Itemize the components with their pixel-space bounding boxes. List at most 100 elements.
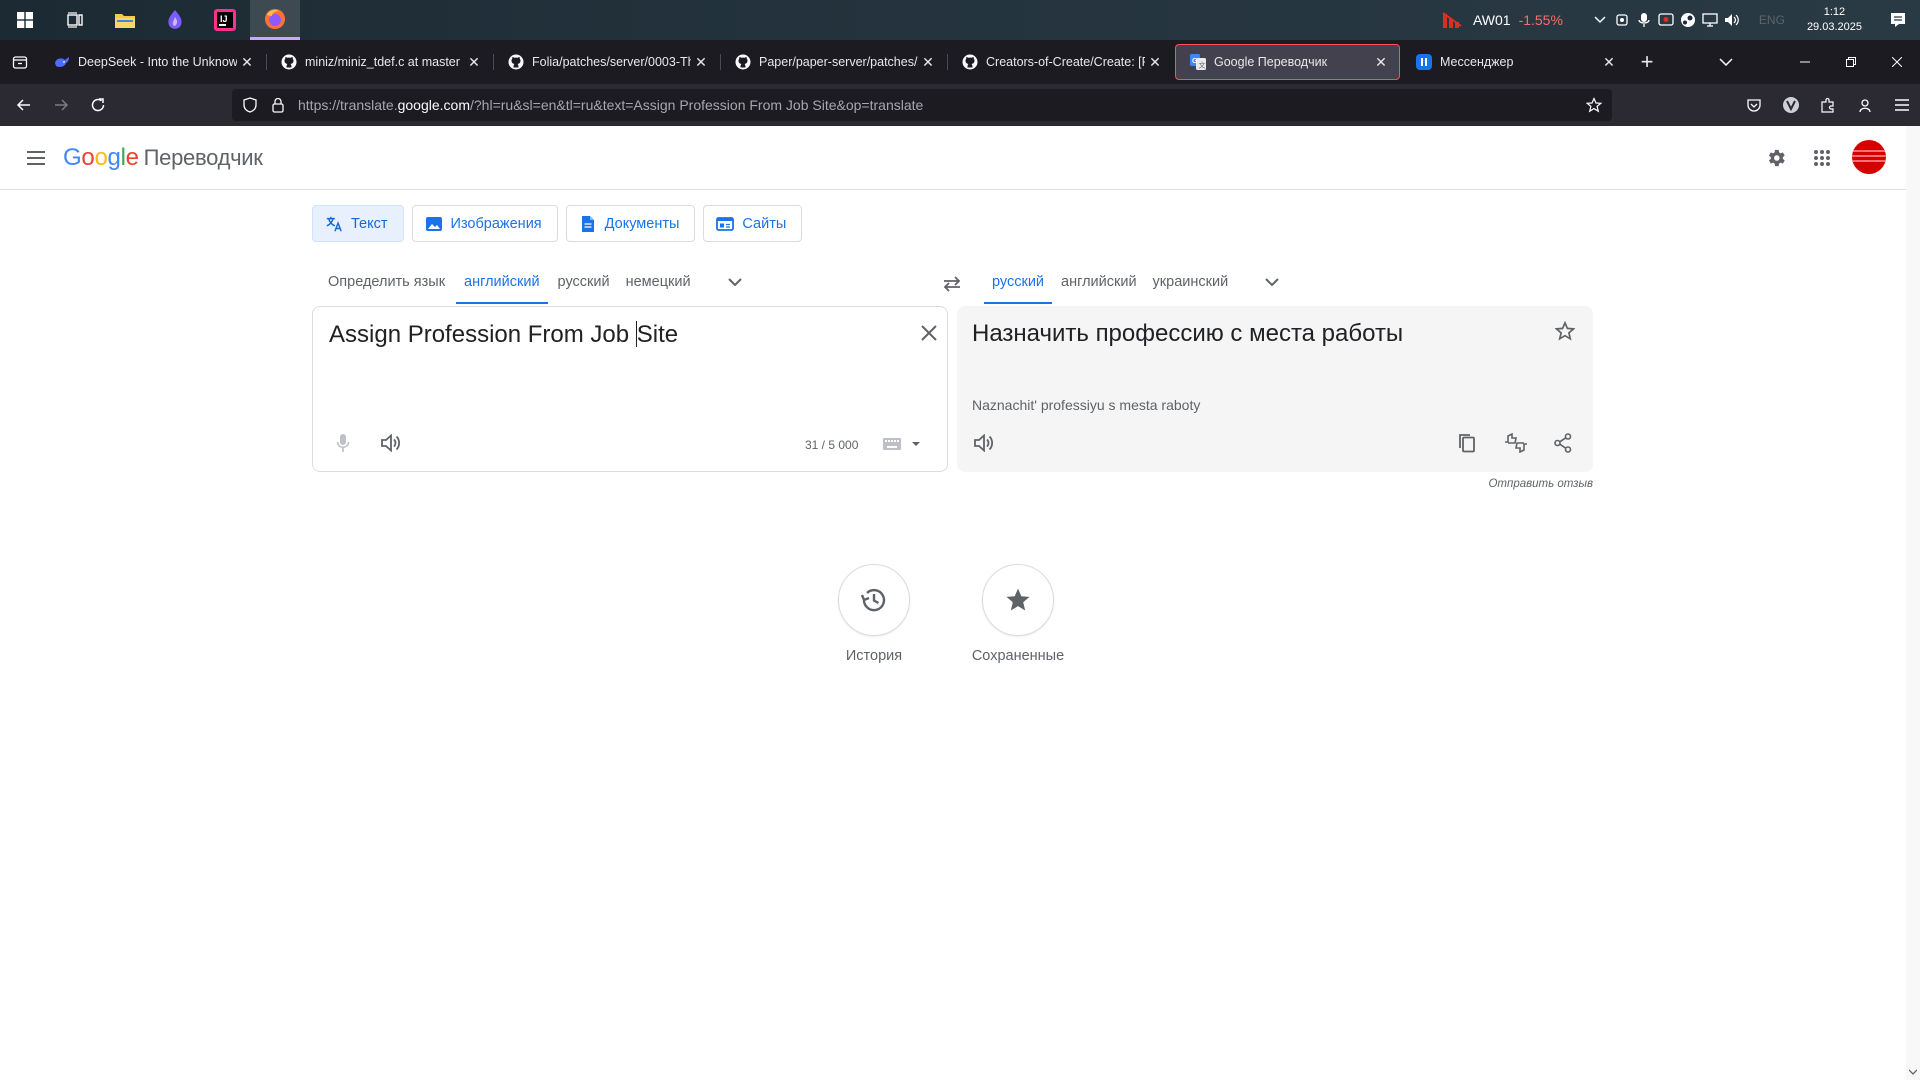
restore-button[interactable]	[1828, 40, 1874, 84]
mode-websites-button[interactable]: Сайты	[703, 205, 803, 242]
listen-source-button[interactable]	[379, 431, 403, 455]
saved-label: Сохраненные	[971, 648, 1065, 664]
saved-button[interactable]: Сохраненные	[963, 564, 1073, 664]
saved-circle[interactable]	[982, 564, 1054, 636]
target-lang-ukrainian[interactable]: украинский	[1145, 262, 1237, 302]
mode-images-button[interactable]: Изображения	[411, 205, 558, 242]
new-tab-button[interactable]: +	[1629, 44, 1665, 80]
target-lang-english[interactable]: английский	[1053, 262, 1145, 302]
browser-tab-active[interactable]: G文 Google Переводчик ✕	[1175, 44, 1400, 80]
history-circle[interactable]	[838, 564, 910, 636]
browser-tab[interactable]: miniz/miniz_tdef.c at master · ri ✕	[267, 44, 494, 80]
notifications-button[interactable]	[1876, 0, 1920, 40]
input-tools-button[interactable]	[883, 435, 927, 453]
listen-translation-button[interactable]	[972, 431, 996, 455]
vpn-extension-button[interactable]	[1772, 84, 1809, 126]
voice-input-button[interactable]	[331, 431, 355, 455]
clear-source-button[interactable]	[917, 321, 941, 345]
scroll-down-arrow-icon[interactable]	[1909, 1068, 1917, 1076]
input-language-indicator[interactable]: ENG	[1751, 13, 1793, 27]
speaker-icon	[974, 434, 994, 452]
settings-button[interactable]	[1760, 142, 1792, 174]
back-button[interactable]	[6, 89, 42, 121]
rate-translation-button[interactable]	[1503, 431, 1529, 455]
list-all-tabs-button[interactable]	[0, 40, 40, 84]
reload-button[interactable]	[80, 89, 116, 121]
source-lang-russian[interactable]: русский	[550, 262, 618, 302]
browser-tab-strip: DeepSeek - Into the Unknown ✕ miniz/mini…	[0, 40, 1920, 84]
history-button[interactable]: История	[819, 564, 929, 664]
close-tab-icon[interactable]: ✕	[1371, 52, 1391, 72]
url-prefix: https://translate.	[298, 97, 398, 113]
browser-tab[interactable]: Мессенджер ✕	[1402, 44, 1627, 80]
tray-screen-capture-button[interactable]	[1655, 0, 1677, 40]
google-translate-logo[interactable]: Google Переводчик	[63, 144, 263, 172]
star-outline-icon	[1586, 97, 1602, 113]
source-text[interactable]: Assign Profession From Job Site	[329, 321, 678, 349]
close-window-button[interactable]	[1874, 40, 1920, 84]
bookmark-page-button[interactable]	[1582, 93, 1606, 117]
target-lang-russian[interactable]: русский	[984, 262, 1053, 304]
forward-button[interactable]	[43, 89, 79, 121]
tab-title: Мессенджер	[1440, 55, 1514, 69]
browser-tab[interactable]: Paper/paper-server/patches/so ✕	[721, 44, 948, 80]
tray-volume-button[interactable]	[1721, 0, 1743, 40]
minimize-button[interactable]	[1782, 40, 1828, 84]
page-scrollbar[interactable]	[1906, 126, 1920, 1080]
send-feedback-link[interactable]: Отправить отзыв	[1400, 478, 1593, 490]
site-security-icon[interactable]	[264, 89, 292, 121]
app-menu-button[interactable]	[1883, 84, 1920, 126]
account-button[interactable]	[1846, 84, 1883, 126]
url-domain: google.com	[397, 97, 470, 113]
swap-languages-button[interactable]	[938, 270, 966, 298]
source-text-area[interactable]: Assign Profession From Job Site 31 / 5 0…	[312, 306, 948, 472]
pocket-button[interactable]	[1735, 84, 1772, 126]
target-language-bar: русский английский украинский	[984, 262, 1292, 304]
tracking-protection-icon[interactable]	[236, 89, 264, 121]
tray-network-button[interactable]	[1699, 0, 1721, 40]
tray-camera-button[interactable]	[1611, 0, 1633, 40]
target-more-languages-button[interactable]	[1252, 262, 1292, 302]
mode-documents-button[interactable]: Документы	[565, 205, 696, 242]
account-avatar[interactable]	[1852, 140, 1886, 174]
restore-icon	[1846, 57, 1856, 67]
tray-steam-button[interactable]	[1677, 0, 1699, 40]
close-tab-icon[interactable]: ✕	[1599, 52, 1619, 72]
address-bar[interactable]: https://translate.google.com/?hl=ru&sl=e…	[232, 89, 1612, 121]
google-apps-button[interactable]	[1806, 142, 1838, 174]
close-tab-icon[interactable]: ✕	[691, 52, 711, 72]
browser-tab[interactable]: Folia/patches/server/0003-Thre ✕	[494, 44, 721, 80]
file-explorer-button[interactable]	[100, 0, 150, 40]
copy-translation-button[interactable]	[1455, 431, 1479, 455]
windows-start-button[interactable]	[0, 0, 50, 40]
browser-tab[interactable]: DeepSeek - Into the Unknown ✕	[40, 44, 267, 80]
tray-mic-button[interactable]	[1633, 0, 1655, 40]
tab-overflow-button[interactable]	[1708, 40, 1744, 84]
browser-tab[interactable]: Creators-of-Create/Create: [For ✕	[948, 44, 1173, 80]
clock[interactable]: 1:12 29.03.2025	[1807, 5, 1862, 35]
extensions-button[interactable]	[1809, 84, 1846, 126]
source-more-languages-button[interactable]	[715, 262, 755, 302]
close-tab-icon[interactable]: ✕	[1145, 52, 1165, 72]
source-lang-german[interactable]: немецкий	[618, 262, 699, 302]
logo-letter: o	[81, 144, 95, 171]
firefox-taskbar-button[interactable]	[250, 0, 300, 40]
share-translation-button[interactable]	[1551, 431, 1575, 455]
main-menu-button[interactable]	[20, 142, 52, 174]
minimize-icon	[1800, 61, 1810, 63]
translation-output: Назначить профессию с места работы Nazna…	[957, 306, 1593, 472]
stock-ticker-widget[interactable]: AW01 -1.55%	[1441, 10, 1563, 30]
tray-overflow-button[interactable]	[1589, 0, 1611, 40]
caret-down-icon	[912, 442, 920, 446]
source-lang-detect[interactable]: Определить язык	[320, 262, 453, 302]
save-translation-button[interactable]	[1552, 318, 1578, 344]
close-tab-icon[interactable]: ✕	[918, 52, 938, 72]
intellij-button[interactable]: IJ	[200, 0, 250, 40]
mode-text-button[interactable]: Текст	[312, 205, 404, 242]
hamburger-menu-icon	[1894, 99, 1909, 111]
close-tab-icon[interactable]: ✕	[237, 52, 257, 72]
task-view-button[interactable]	[50, 0, 100, 40]
close-tab-icon[interactable]: ✕	[464, 52, 484, 72]
app-launcher-button[interactable]	[150, 0, 200, 40]
source-lang-english[interactable]: английский	[456, 262, 548, 304]
